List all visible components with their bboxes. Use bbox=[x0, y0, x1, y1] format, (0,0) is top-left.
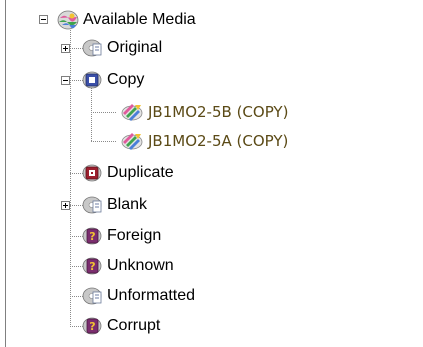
collapse-toggle[interactable] bbox=[39, 15, 48, 24]
tree-node-copy[interactable]: Copy bbox=[31, 68, 231, 92]
copy-media-icon bbox=[82, 71, 102, 89]
unknown-media-icon: ? bbox=[82, 317, 102, 335]
expand-toggle[interactable] bbox=[61, 44, 70, 53]
tree-node-label: Original bbox=[107, 39, 163, 56]
unknown-media-icon: ? bbox=[82, 257, 102, 275]
disc-volume-icon bbox=[121, 104, 143, 121]
tree-node-volume[interactable]: JB1MO2-5A (COPY) bbox=[31, 129, 371, 153]
tree-node-label: Available Media bbox=[83, 11, 196, 28]
tree-node-volume[interactable]: JB1MO2-5B (COPY) bbox=[31, 100, 371, 124]
disc-volume-icon bbox=[121, 133, 143, 150]
media-group-icon bbox=[82, 196, 102, 214]
tree-node-unformatted[interactable]: Unformatted bbox=[31, 284, 231, 308]
media-group-icon bbox=[82, 287, 102, 305]
tree-node-foreign[interactable]: ? Foreign bbox=[31, 224, 231, 248]
tree-node-unknown[interactable]: ? Unknown bbox=[31, 254, 231, 278]
expand-toggle[interactable] bbox=[61, 201, 70, 210]
tree-node-label: Foreign bbox=[107, 227, 162, 244]
media-tree-panel: Available Media Original Copy JB1MO2-5B … bbox=[5, 0, 423, 347]
collapse-toggle[interactable] bbox=[61, 76, 70, 85]
tree-node-label: JB1MO2-5B (COPY) bbox=[148, 103, 289, 121]
tree-node-label: Unformatted bbox=[107, 287, 196, 304]
tree-node-available-media[interactable]: Available Media bbox=[31, 8, 291, 32]
duplicate-media-icon bbox=[82, 164, 102, 182]
unknown-media-icon: ? bbox=[82, 227, 102, 245]
tree-node-blank[interactable]: Blank bbox=[31, 193, 231, 217]
tree-node-duplicate[interactable]: Duplicate bbox=[31, 161, 231, 185]
media-pool-icon bbox=[57, 10, 79, 30]
tree-node-original[interactable]: Original bbox=[31, 36, 231, 60]
tree-node-label: Blank bbox=[107, 196, 148, 213]
svg-text:?: ? bbox=[89, 260, 95, 273]
tree-node-label: Duplicate bbox=[107, 164, 174, 181]
tree-node-label: Corrupt bbox=[107, 317, 161, 334]
svg-text:?: ? bbox=[89, 230, 95, 243]
tree-node-label: Unknown bbox=[107, 257, 174, 274]
tree-node-corrupt[interactable]: ? Corrupt bbox=[31, 314, 231, 338]
tree-node-label: JB1MO2-5A (COPY) bbox=[148, 132, 289, 150]
media-group-icon bbox=[82, 39, 102, 57]
svg-text:?: ? bbox=[89, 320, 95, 333]
tree-node-label: Copy bbox=[107, 71, 145, 88]
